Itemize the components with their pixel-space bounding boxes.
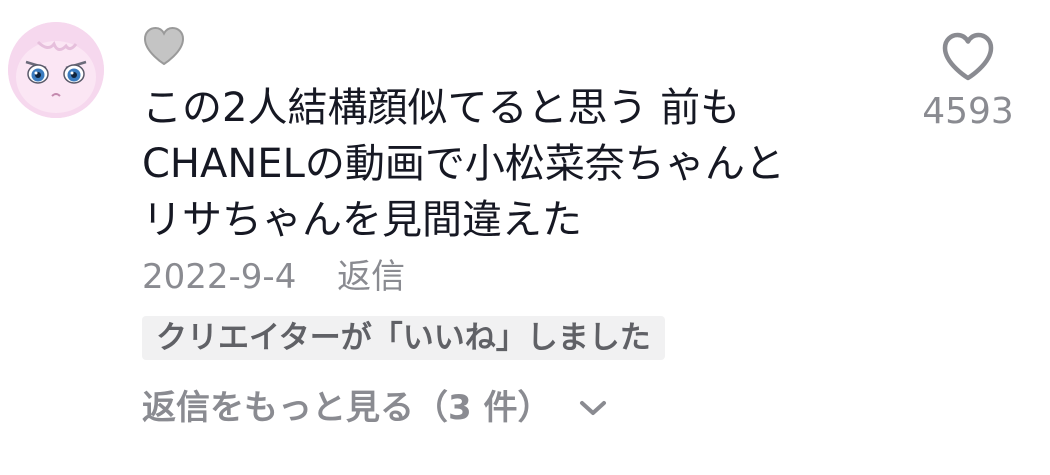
like-section: 4593	[918, 30, 1018, 136]
comment-meta: 2022-9-4 返信	[142, 254, 405, 300]
comment-date: 2022-9-4	[142, 257, 297, 297]
comment-text: この2人結構顔似てると思う 前も CHANELの動画で小松菜奈ちゃんと リサちゃ…	[142, 85, 785, 243]
heart-outline-icon[interactable]	[940, 30, 996, 84]
creator-liked-badge: クリエイターが「いいね」しました	[142, 316, 665, 360]
comment-item: この2人結構顔似てると思う 前も CHANELの動画で小松菜奈ちゃんと リサちゃ…	[0, 0, 1050, 475]
like-count: 4593	[922, 91, 1014, 132]
view-more-replies-button[interactable]: 返信をもっと見る（3 件）	[142, 384, 608, 432]
avatar-image	[8, 22, 104, 118]
creator-heart-icon	[143, 26, 185, 66]
view-more-replies-label: 返信をもっと見る（3 件）	[142, 388, 552, 428]
chevron-down-icon	[579, 401, 606, 415]
reply-button[interactable]: 返信	[337, 257, 405, 297]
avatar[interactable]	[8, 22, 104, 118]
